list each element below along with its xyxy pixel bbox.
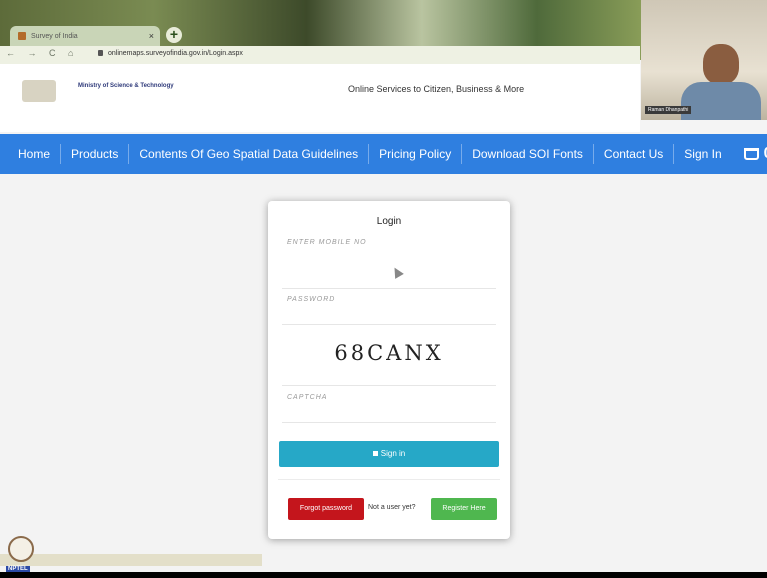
login-title: Login bbox=[376, 216, 402, 227]
emblem-logo bbox=[22, 80, 56, 102]
nav-pricing-policy[interactable]: Pricing Policy bbox=[369, 144, 463, 164]
bottom-bar bbox=[0, 572, 767, 578]
sign-in-button[interactable]: Sign in bbox=[279, 441, 499, 467]
webcam-overlay: Raman Dhanpathi bbox=[641, 0, 767, 120]
presenter-name: Raman Dhanpathi bbox=[645, 106, 692, 114]
favicon-icon bbox=[18, 32, 26, 40]
address-bar[interactable] bbox=[0, 46, 640, 64]
cart-icon bbox=[743, 148, 759, 160]
captcha-input-underline bbox=[282, 422, 496, 423]
footer-strip bbox=[0, 554, 262, 566]
mobile-input[interactable]: ENTER MOBILE NO bbox=[287, 239, 367, 246]
mouse-cursor-icon bbox=[390, 265, 404, 279]
password-input[interactable]: PASSWORD bbox=[287, 296, 335, 303]
new-tab-button[interactable]: + bbox=[166, 27, 182, 43]
browser-nav-buttons[interactable]: ← → C ⌂ bbox=[6, 48, 78, 58]
password-input-underline bbox=[282, 324, 496, 325]
ministry-label: Ministry of Science & Technology bbox=[78, 83, 174, 89]
forgot-password-button[interactable]: Forgot password bbox=[288, 498, 364, 520]
url-value: onlinemaps.surveyofindia.gov.in/Login.as… bbox=[108, 50, 243, 57]
nptel-logo bbox=[8, 536, 34, 562]
browser-tab[interactable]: Survey of India × bbox=[10, 26, 160, 46]
mobile-input-underline bbox=[282, 288, 496, 289]
presenter-head bbox=[703, 44, 739, 84]
screen: Survey of India × + ← → C ⌂ onlinemaps.s… bbox=[0, 0, 767, 578]
nav-contact-us[interactable]: Contact Us bbox=[594, 144, 675, 164]
sign-in-label: Sign in bbox=[380, 449, 406, 458]
url-text[interactable]: onlinemaps.surveyofindia.gov.in/Login.as… bbox=[98, 50, 243, 57]
main-navbar: Home Products Contents Of Geo Spatial Da… bbox=[0, 134, 767, 174]
presenter-body bbox=[681, 82, 761, 120]
card-divider bbox=[278, 479, 500, 480]
cart-button[interactable]: 0 bbox=[732, 145, 767, 163]
sign-in-icon bbox=[372, 451, 378, 456]
nav-products[interactable]: Products bbox=[61, 144, 130, 164]
tab-title: Survey of India bbox=[31, 32, 78, 40]
login-card: Login ENTER MOBILE NO PASSWORD 68CANX CA… bbox=[268, 201, 510, 539]
site-tagline: Online Services to Citizen, Business & M… bbox=[348, 84, 525, 94]
nav-sign-in[interactable]: Sign In bbox=[674, 144, 731, 164]
nav-guidelines[interactable]: Contents Of Geo Spatial Data Guidelines bbox=[129, 144, 370, 164]
lock-icon bbox=[98, 50, 103, 57]
captcha-divider bbox=[282, 385, 496, 386]
site-header bbox=[0, 64, 640, 132]
close-tab-icon[interactable]: × bbox=[149, 31, 154, 41]
not-user-text: Not a user yet? bbox=[368, 504, 416, 511]
captcha-image: 68CANX bbox=[334, 341, 444, 365]
cart-count: 0 bbox=[764, 145, 767, 163]
captcha-input[interactable]: CAPTCHA bbox=[287, 394, 327, 401]
nav-home[interactable]: Home bbox=[0, 144, 62, 164]
nav-download-fonts[interactable]: Download SOI Fonts bbox=[462, 144, 594, 164]
register-button[interactable]: Register Here bbox=[431, 498, 497, 520]
